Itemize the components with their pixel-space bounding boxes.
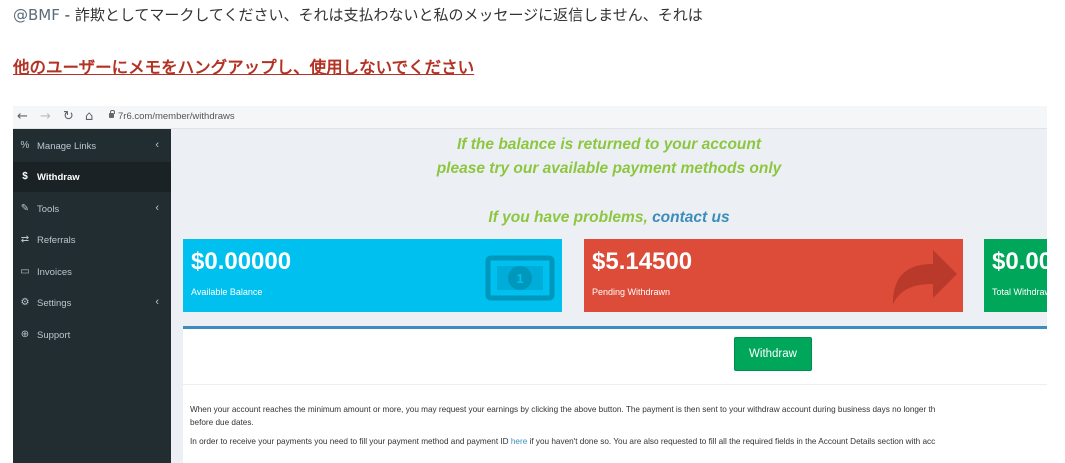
total-withdrawn-box: $0.00 Total Withdrawn — [984, 239, 1047, 312]
embedded-screenshot: ← → ↻ ⌂ 7r6.com/member/withdraws % Manag… — [13, 106, 1047, 463]
share-arrow-icon — [893, 250, 957, 304]
wrench-icon: ✎ — [20, 203, 30, 214]
sidebar-item-label: Settings — [37, 298, 72, 309]
sidebar-item-label: Manage Links — [37, 141, 97, 152]
available-balance-box: $0.00000 Available Balance 1 — [183, 239, 562, 312]
sidebar-item-manage-links[interactable]: % Manage Links ‹ — [13, 131, 171, 161]
available-balance-value: $0.00000 — [191, 248, 292, 275]
forward-arrow-icon[interactable]: → — [40, 108, 51, 126]
payment-info-text: In order to receive your payments you ne… — [190, 435, 935, 448]
available-balance-label: Available Balance — [191, 287, 263, 297]
exchange-icon: ⇄ — [20, 234, 30, 245]
payment-info-text-b: if you haven't done so. You are also req… — [527, 437, 936, 446]
withdraw-button[interactable]: Withdraw — [734, 337, 812, 371]
chevron-left-icon: ‹ — [155, 296, 159, 308]
sidebar-item-tools[interactable]: ✎ Tools ‹ — [13, 194, 171, 224]
warning-headline: 他のユーザーにメモをハングアップし、使用しないでください — [13, 58, 475, 77]
payment-methods-message: please try our available payment methods… — [436, 160, 782, 177]
browser-toolbar: ← → ↻ ⌂ 7r6.com/member/withdraws — [13, 106, 1047, 129]
sidebar-item-support[interactable]: ⊕ Support — [13, 320, 171, 350]
sidebar-item-label: Referrals — [37, 235, 76, 246]
sidebar-item-label: Tools — [37, 204, 60, 215]
pending-withdrawn-box: $5.14500 Pending Withdrawn — [584, 239, 963, 312]
sidebar-item-withdraw[interactable]: $ Withdraw — [13, 162, 171, 192]
sidebar-item-label: Invoices — [37, 267, 72, 278]
user-mention[interactable]: @BMF — [13, 6, 60, 24]
money-icon: 1 — [485, 255, 555, 301]
chevron-left-icon: ‹ — [155, 202, 159, 214]
payment-here-link[interactable]: here — [511, 437, 527, 446]
sidebar-item-settings[interactable]: ⚙ Settings ‹ — [13, 288, 171, 318]
reload-icon[interactable]: ↻ — [63, 108, 74, 126]
withdraw-info-text-cont: before due dates. — [190, 418, 254, 427]
contact-us-link[interactable]: contact us — [652, 209, 730, 226]
payment-info-text-a: In order to receive your payments you ne… — [190, 437, 511, 446]
main-content: · If the balance is returned to your acc… — [171, 129, 1047, 463]
sidebar-item-label: Support — [37, 330, 71, 341]
sidebar-item-invoices[interactable]: ▭ Invoices — [13, 257, 171, 287]
problems-text: If you have problems, — [488, 209, 653, 226]
total-withdrawn-value: $0.00 — [992, 248, 1047, 275]
address-bar[interactable]: 7r6.com/member/withdraws — [118, 110, 235, 124]
post-message: - 詐欺としてマークしてください、それは支払わないと私のメッセージに返信しません… — [59, 6, 703, 24]
pending-withdrawn-value: $5.14500 — [592, 248, 693, 275]
cogs-icon: ⚙ — [20, 297, 30, 308]
link-icon: % — [20, 140, 30, 151]
divider — [183, 384, 1047, 385]
lock-icon — [109, 110, 115, 118]
life-ring-icon: ⊕ — [20, 329, 30, 340]
total-withdrawn-label: Total Withdrawn — [992, 287, 1047, 297]
withdraw-info-text: When your account reaches the minimum am… — [190, 405, 936, 414]
svg-text:1: 1 — [516, 271, 523, 286]
credit-card-icon: ▭ — [20, 266, 30, 277]
dollar-icon: $ — [22, 171, 28, 182]
sidebar-item-label: Withdraw — [37, 172, 80, 183]
problems-message: If you have problems, contact us — [171, 209, 1047, 227]
withdraw-panel: Withdraw When your account reaches the m… — [183, 326, 1047, 463]
pending-withdrawn-label: Pending Withdrawn — [592, 287, 671, 297]
sidebar: % Manage Links ‹ $ Withdraw ✎ Tools ‹ ⇄ … — [13, 129, 171, 463]
chevron-left-icon: ‹ — [155, 139, 159, 151]
clipped-message-line: · — [171, 129, 1047, 135]
balance-returned-message: If the balance is returned to your accou… — [456, 136, 762, 153]
post-text: @BMF - 詐欺としてマークしてください、それは支払わないと私のメッセージに返… — [13, 4, 703, 25]
home-icon[interactable]: ⌂ — [85, 108, 93, 126]
back-arrow-icon[interactable]: ← — [17, 108, 28, 126]
sidebar-item-referrals[interactable]: ⇄ Referrals — [13, 225, 171, 255]
